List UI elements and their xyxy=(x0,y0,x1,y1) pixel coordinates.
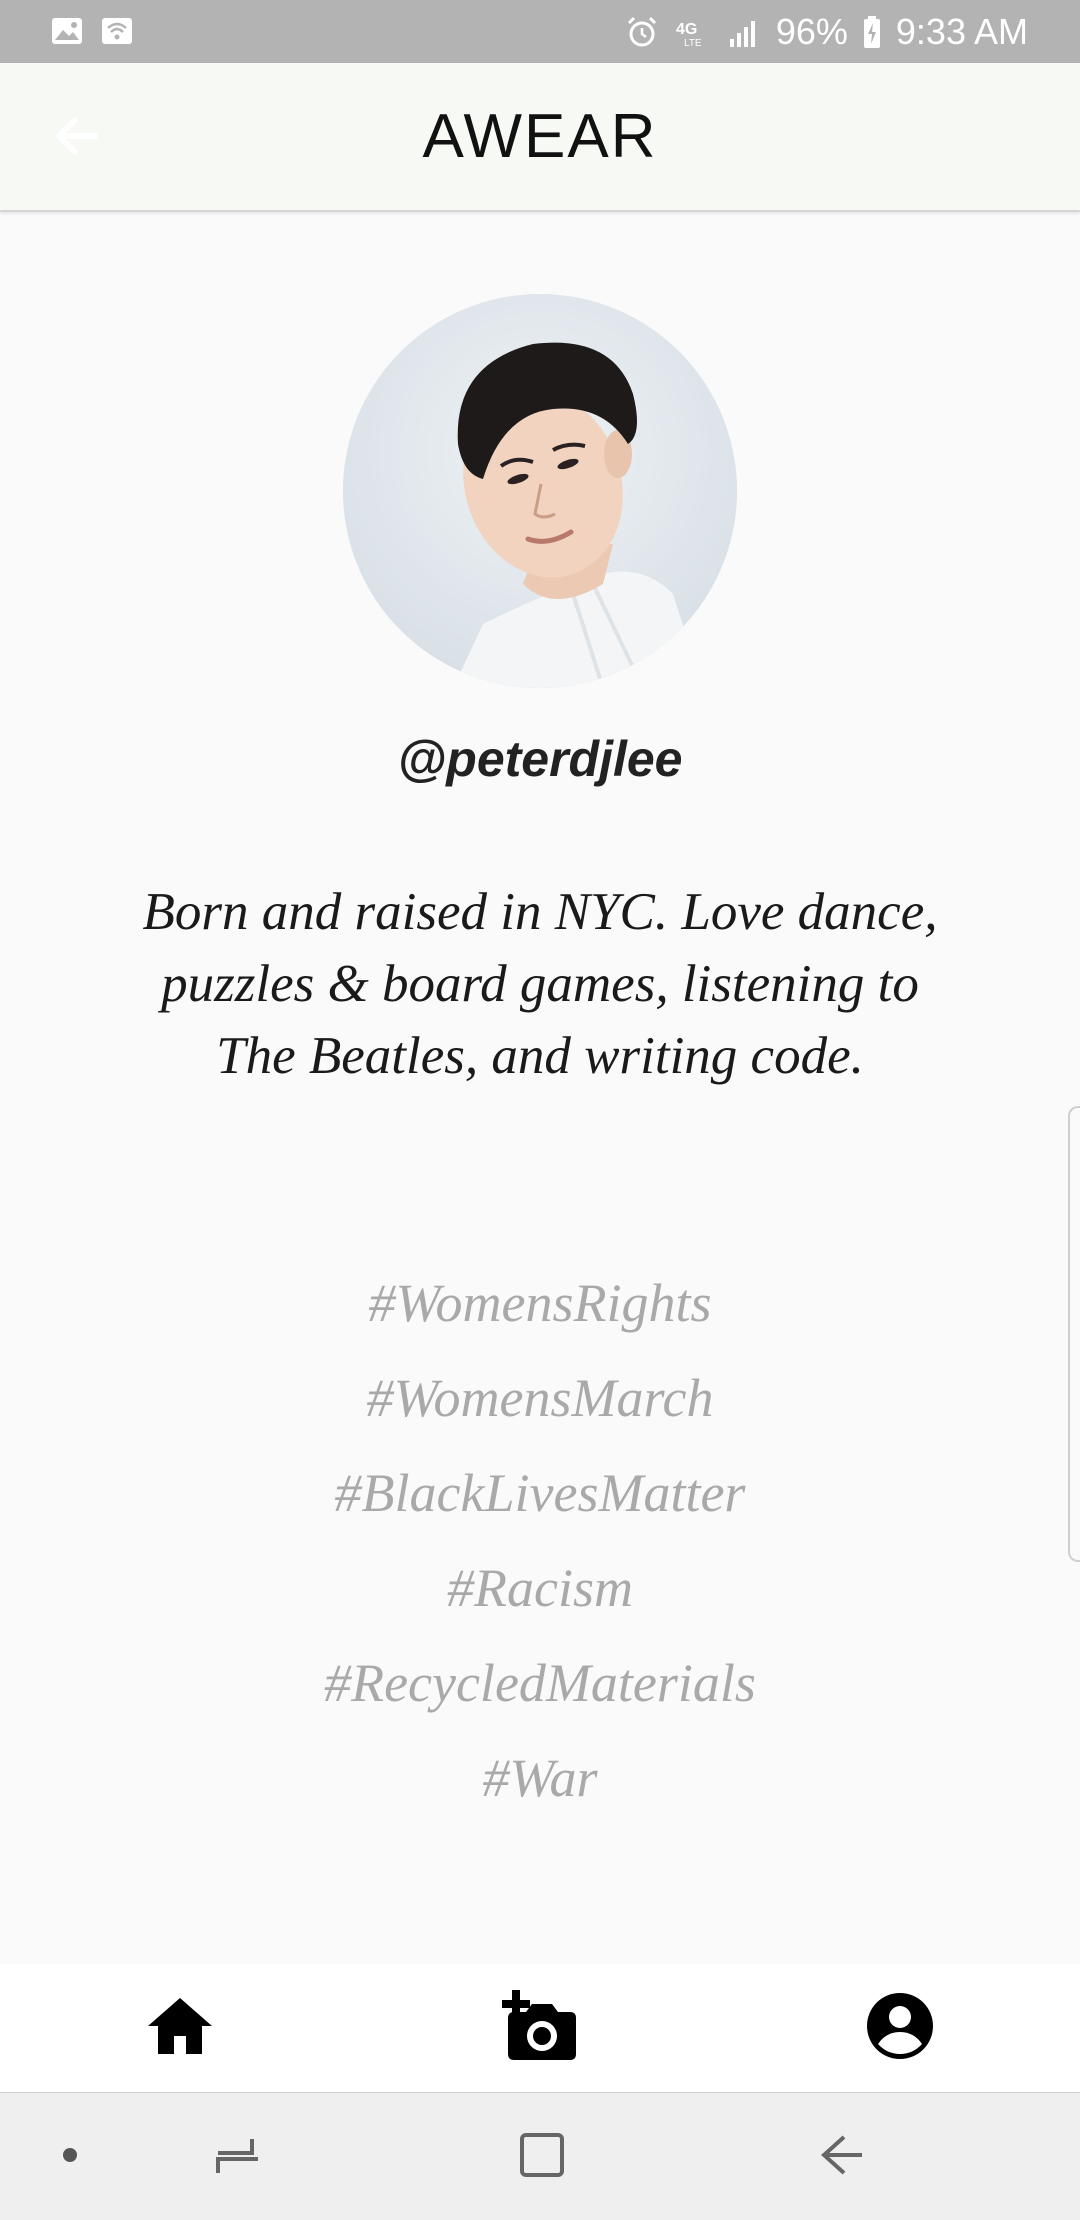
home-icon xyxy=(146,1996,214,2061)
image-icon xyxy=(50,14,84,48)
add-photo-icon xyxy=(502,1989,578,2067)
hashtag[interactable]: #Racism xyxy=(0,1541,1080,1636)
4g-lte-icon: 4G LTE xyxy=(674,14,714,50)
edge-panel-handle[interactable] xyxy=(1068,1106,1080,1562)
recent-apps-button[interactable] xyxy=(212,2131,264,2183)
wifi-calling-icon xyxy=(100,14,134,48)
account-button[interactable] xyxy=(862,1992,938,2064)
home-square-icon xyxy=(518,2131,566,2184)
app-title: AWEAR xyxy=(422,102,658,171)
home-button[interactable] xyxy=(142,1992,218,2064)
hashtag-list: #WomensRights #WomensMarch #BlackLivesMa… xyxy=(0,1256,1080,1826)
svg-text:4G: 4G xyxy=(676,21,697,38)
hashtag[interactable]: #War xyxy=(0,1731,1080,1826)
hashtag[interactable]: #WomensRights xyxy=(0,1256,1080,1351)
add-photo-button[interactable] xyxy=(502,1989,578,2067)
account-icon xyxy=(866,1992,934,2065)
back-icon xyxy=(818,2131,866,2184)
system-nav-bar xyxy=(0,2093,1080,2220)
recent-apps-icon xyxy=(214,2131,262,2184)
signal-icon xyxy=(728,15,762,49)
hashtag[interactable]: #RecycledMaterials xyxy=(0,1636,1080,1731)
hashtag[interactable]: #WomensMarch xyxy=(0,1351,1080,1446)
svg-text:LTE: LTE xyxy=(684,38,702,49)
system-back-button[interactable] xyxy=(816,2131,868,2183)
username: @peterdjlee xyxy=(397,731,683,787)
clock: 9:33 AM xyxy=(895,10,1028,52)
status-bar: 4G LTE 96% 9:33 AM xyxy=(0,0,1080,63)
alarm-icon xyxy=(624,14,660,50)
dot-button[interactable] xyxy=(58,2131,82,2183)
bottom-nav xyxy=(0,1964,1080,2094)
hashtag[interactable]: #BlackLivesMatter xyxy=(0,1446,1080,1541)
avatar xyxy=(343,294,737,688)
battery-percent: 96% xyxy=(775,10,848,52)
home-square-button[interactable] xyxy=(516,2131,568,2183)
battery-charging-icon xyxy=(862,14,882,50)
dot-icon xyxy=(62,2147,78,2168)
bio: Born and raised in NYC. Love dance, puzz… xyxy=(142,883,938,1085)
app-bar: AWEAR xyxy=(0,63,1080,212)
